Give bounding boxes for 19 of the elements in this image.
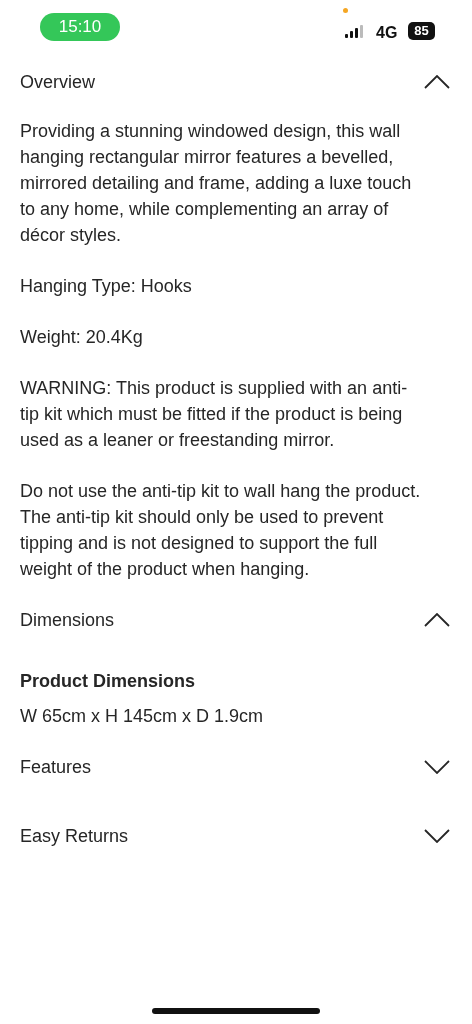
chevron-up-icon[interactable] <box>424 613 450 627</box>
network-label: 4G <box>376 23 398 43</box>
description-text: Weight: 20.4Kg <box>20 326 144 349</box>
description-text: Hanging Type: Hooks <box>20 275 193 298</box>
description-text: WARNING: This product is supplied with an anti-tip kit which must be fitted if the product is being used as a leaner or freestanding mirror. <box>20 377 409 452</box>
chevron-down-icon[interactable] <box>424 829 450 843</box>
description-text: Do not use the anti-tip kit to wall hang the product. The anti-tip kit should only be used to prevent tipping and is not designed to support the full weight of the product when hanging. <box>20 480 422 581</box>
signal-icon <box>345 25 363 38</box>
chevron-up-icon[interactable] <box>424 75 450 89</box>
section-title[interactable]: Overview <box>20 68 95 96</box>
battery-indicator: 85 <box>408 22 435 40</box>
chevron-down-icon[interactable] <box>424 760 450 774</box>
section-title[interactable]: Features <box>20 753 92 781</box>
section-title[interactable]: Easy Returns <box>20 822 129 850</box>
description-text: Providing a stunning windowed design, this wall hanging rectangular mirror features a bevelled, mirrored detailing and frame, adding a luxe touch to any home, while complementing an array of décor styles. <box>20 120 413 247</box>
dimensions-heading: Product Dimensions <box>20 670 197 693</box>
section-title[interactable]: Dimensions <box>20 606 115 634</box>
time-pill: 15:10 <box>40 13 120 41</box>
dimensions-value: W 65cm x H 145cm x D 1.9cm <box>20 705 265 728</box>
